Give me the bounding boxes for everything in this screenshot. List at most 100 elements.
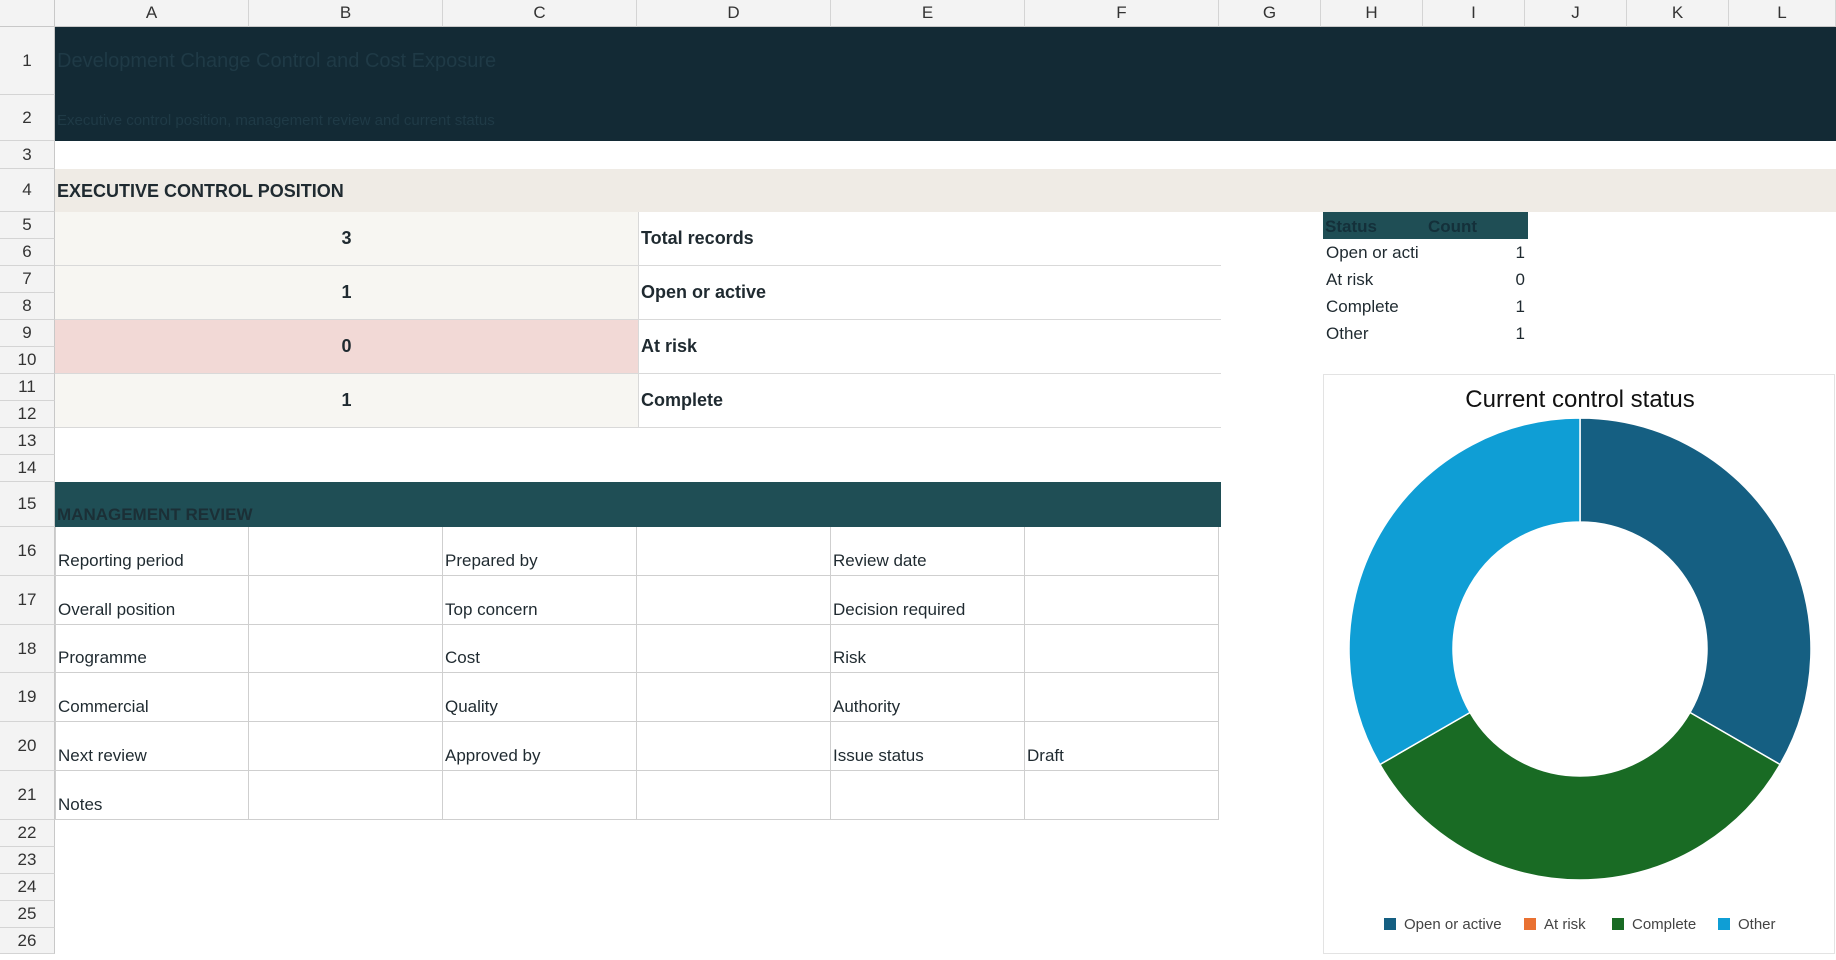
column-header-i[interactable]: I bbox=[1423, 0, 1525, 27]
row-header-2[interactable]: 2 bbox=[0, 95, 55, 141]
row-header-3[interactable]: 3 bbox=[0, 141, 55, 169]
row-header-4[interactable]: 4 bbox=[0, 169, 55, 212]
review-cell[interactable] bbox=[249, 527, 443, 576]
column-header-f[interactable]: F bbox=[1025, 0, 1219, 27]
slice-complete[interactable] bbox=[1378, 711, 1782, 881]
kpi-label[interactable]: At risk bbox=[638, 320, 1221, 374]
kpi-value[interactable]: 3 bbox=[55, 212, 638, 266]
row-header-25[interactable]: 25 bbox=[0, 901, 55, 928]
count-cell[interactable]: 1 bbox=[1425, 239, 1525, 266]
review-cell[interactable] bbox=[637, 771, 831, 820]
review-cell[interactable] bbox=[1025, 625, 1219, 673]
column-header-c[interactable]: C bbox=[443, 0, 637, 27]
review-cell[interactable] bbox=[249, 673, 443, 722]
row-header-14[interactable]: 14 bbox=[0, 455, 55, 482]
review-cell[interactable]: Risk bbox=[831, 625, 1025, 673]
review-cell[interactable]: Quality bbox=[443, 673, 637, 722]
review-cell[interactable] bbox=[831, 771, 1025, 820]
review-cell[interactable] bbox=[249, 771, 443, 820]
column-header-h[interactable]: H bbox=[1321, 0, 1423, 27]
row-header-18[interactable]: 18 bbox=[0, 625, 55, 673]
kpi-value[interactable]: 1 bbox=[55, 374, 638, 428]
review-cell[interactable] bbox=[637, 527, 831, 576]
review-cell[interactable] bbox=[249, 722, 443, 771]
row-header-20[interactable]: 20 bbox=[0, 722, 55, 771]
column-header-d[interactable]: D bbox=[637, 0, 831, 27]
legend-label[interactable]: Complete bbox=[1632, 916, 1696, 933]
review-cell[interactable]: Cost bbox=[443, 625, 637, 673]
kpi-value[interactable]: 0 bbox=[55, 320, 638, 374]
review-cell[interactable]: Approved by bbox=[443, 722, 637, 771]
review-cell[interactable]: Prepared by bbox=[443, 527, 637, 576]
kpi-label[interactable]: Complete bbox=[638, 374, 1221, 428]
review-cell[interactable]: Decision required bbox=[831, 576, 1025, 625]
review-cell[interactable]: Overall position bbox=[55, 576, 249, 625]
kpi-value[interactable]: 1 bbox=[55, 266, 638, 320]
sheet-subtitle: Executive control position, management r… bbox=[57, 112, 495, 129]
select-all-corner[interactable] bbox=[0, 0, 55, 27]
review-cell[interactable]: Next review bbox=[55, 722, 249, 771]
row-header-15[interactable]: 15 bbox=[0, 482, 55, 527]
slice-other[interactable] bbox=[1348, 417, 1581, 766]
review-cell[interactable]: Top concern bbox=[443, 576, 637, 625]
review-cell[interactable] bbox=[637, 576, 831, 625]
row-header-1[interactable]: 1 bbox=[0, 27, 55, 95]
review-cell[interactable] bbox=[637, 625, 831, 673]
row-header-5[interactable]: 5 bbox=[0, 212, 55, 239]
review-cell[interactable]: Programme bbox=[55, 625, 249, 673]
status-cell[interactable]: At risk bbox=[1323, 266, 1425, 293]
review-cell[interactable]: Issue status bbox=[831, 722, 1025, 771]
row-header-6[interactable]: 6 bbox=[0, 239, 55, 266]
count-cell[interactable]: 1 bbox=[1425, 293, 1525, 320]
column-header-e[interactable]: E bbox=[831, 0, 1025, 27]
review-cell[interactable]: Review date bbox=[831, 527, 1025, 576]
row-header-23[interactable]: 23 bbox=[0, 847, 55, 874]
review-cell[interactable] bbox=[637, 673, 831, 722]
column-header-g[interactable]: G bbox=[1219, 0, 1321, 27]
review-cell[interactable] bbox=[249, 576, 443, 625]
column-header-a[interactable]: A bbox=[55, 0, 249, 27]
legend-label[interactable]: At risk bbox=[1544, 916, 1586, 933]
row-header-12[interactable]: 12 bbox=[0, 401, 55, 428]
column-header-j[interactable]: J bbox=[1525, 0, 1627, 27]
legend-label[interactable]: Open or active bbox=[1404, 916, 1502, 933]
status-cell[interactable]: Complete bbox=[1323, 293, 1425, 320]
row-header-22[interactable]: 22 bbox=[0, 820, 55, 847]
row-header-16[interactable]: 16 bbox=[0, 527, 55, 576]
chart-container[interactable]: Current control status Open or active At r… bbox=[1323, 374, 1835, 954]
row-header-7[interactable]: 7 bbox=[0, 266, 55, 293]
column-header-k[interactable]: K bbox=[1627, 0, 1729, 27]
review-cell[interactable] bbox=[1025, 673, 1219, 722]
review-cell[interactable] bbox=[1025, 527, 1219, 576]
review-cell[interactable]: Commercial bbox=[55, 673, 249, 722]
row-header-13[interactable]: 13 bbox=[0, 428, 55, 455]
column-header-b[interactable]: B bbox=[249, 0, 443, 27]
row-header-26[interactable]: 26 bbox=[0, 928, 55, 954]
row-header-24[interactable]: 24 bbox=[0, 874, 55, 901]
slice-open-or-active[interactable] bbox=[1579, 417, 1812, 766]
review-cell[interactable] bbox=[1025, 771, 1219, 820]
column-header-l[interactable]: L bbox=[1729, 0, 1836, 27]
row-header-21[interactable]: 21 bbox=[0, 771, 55, 820]
review-cell[interactable]: Reporting period bbox=[55, 527, 249, 576]
row-header-10[interactable]: 10 bbox=[0, 347, 55, 374]
row-header-19[interactable]: 19 bbox=[0, 673, 55, 722]
kpi-label[interactable]: Total records bbox=[638, 212, 1221, 266]
review-cell[interactable]: Authority bbox=[831, 673, 1025, 722]
row-header-11[interactable]: 11 bbox=[0, 374, 55, 401]
review-cell[interactable] bbox=[1025, 576, 1219, 625]
count-cell[interactable]: 0 bbox=[1425, 266, 1525, 293]
review-cell[interactable] bbox=[249, 625, 443, 673]
status-cell[interactable]: Open or acti bbox=[1323, 239, 1425, 266]
review-cell[interactable]: Notes bbox=[55, 771, 249, 820]
legend-label[interactable]: Other bbox=[1738, 916, 1776, 933]
count-cell[interactable]: 1 bbox=[1425, 320, 1525, 347]
review-cell[interactable]: Draft bbox=[1025, 722, 1219, 771]
kpi-label[interactable]: Open or active bbox=[638, 266, 1221, 320]
review-cell[interactable] bbox=[443, 771, 637, 820]
row-header-9[interactable]: 9 bbox=[0, 320, 55, 347]
row-header-8[interactable]: 8 bbox=[0, 293, 55, 320]
review-cell[interactable] bbox=[637, 722, 831, 771]
status-cell[interactable]: Other bbox=[1323, 320, 1425, 347]
row-header-17[interactable]: 17 bbox=[0, 576, 55, 625]
